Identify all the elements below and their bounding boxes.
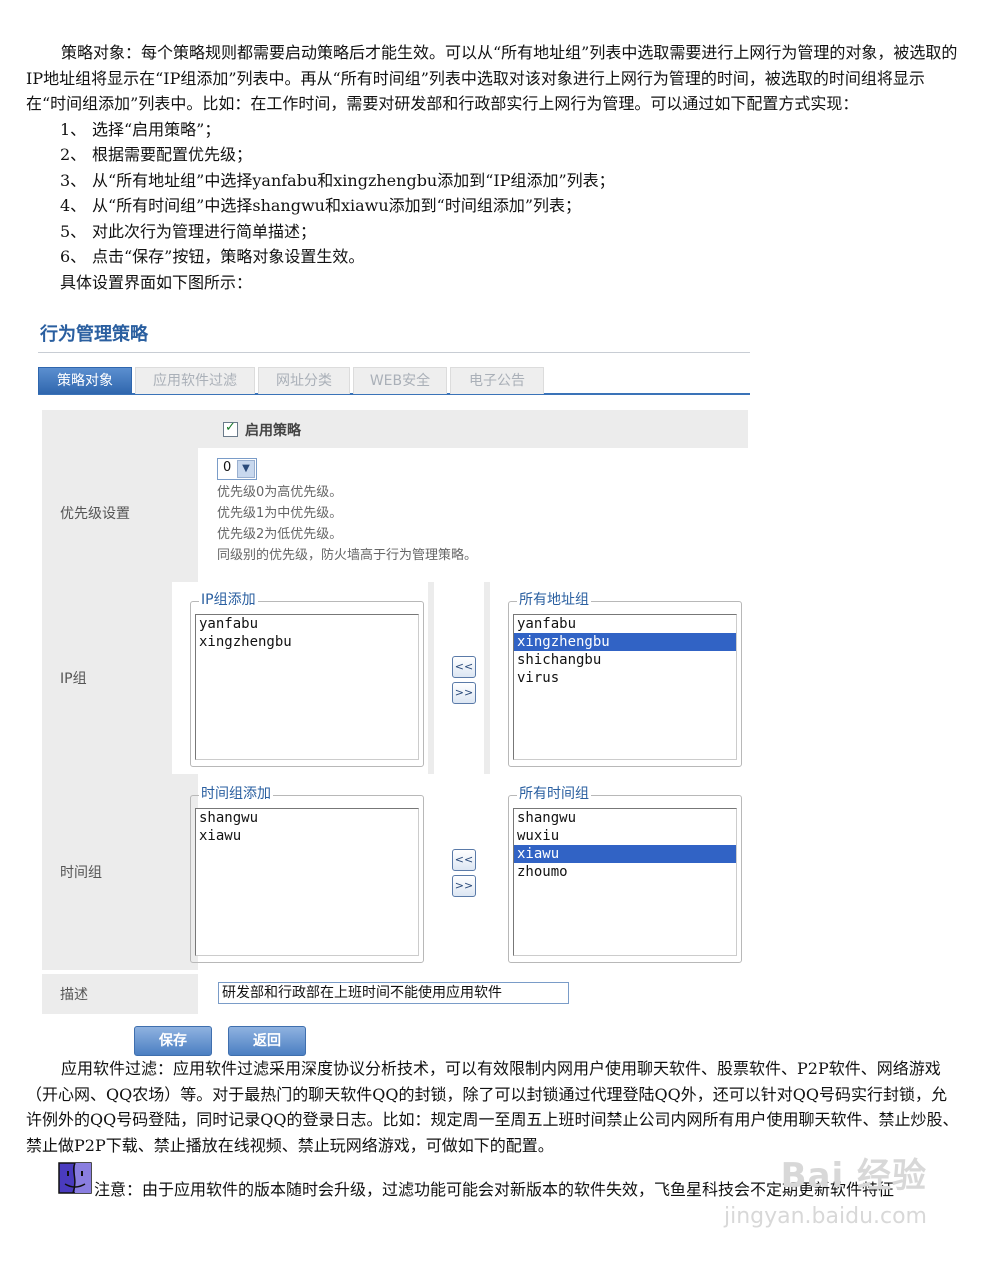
- watermark-brand: Bai 经验: [780, 1156, 927, 1196]
- ip-added-title: IP组添加: [199, 591, 258, 609]
- ip-added-list[interactable]: yanfabu xingzhengbu: [195, 614, 419, 760]
- list-item-selected[interactable]: xiawu: [514, 845, 736, 863]
- list-item[interactable]: virus: [514, 669, 736, 687]
- list-item[interactable]: yanfabu: [514, 615, 736, 633]
- tab-bar: 策略对象 应用软件过滤 网址分类 WEB安全 电子公告: [38, 367, 750, 395]
- time-added-fieldset: 时间组添加 shangwu xiawu: [190, 785, 424, 963]
- time-all-fieldset: 所有时间组 shangwu wuxiu xiawu zhoumo: [508, 785, 742, 963]
- tab-bulletin[interactable]: 电子公告: [450, 367, 544, 394]
- watermark-url: jingyan.baidu.com: [723, 1204, 927, 1229]
- app-filter-paragraph: 应用软件过滤：应用软件过滤采用深度协议分析技术，可以有效限制内网用户使用聊天软件…: [26, 1059, 959, 1155]
- step-item: 1、 选择“启用策略”；: [60, 119, 221, 139]
- ip-all-list[interactable]: yanfabu xingzhengbu shichangbu virus: [513, 614, 737, 760]
- time-all-list[interactable]: shangwu wuxiu xiawu zhoumo: [513, 808, 737, 956]
- step-item: 4、 从“所有时间组”中选择shangwu和xiawu添加到“时间组添加”列表；: [60, 196, 582, 215]
- list-item[interactable]: xingzhengbu: [196, 633, 418, 651]
- baidu-watermark: Bai 经验 jingyan.baidu.com: [724, 1148, 927, 1229]
- priority-row: 优先级设置 0 ▼ 优先级0为高优先级。 优先级1为中优先级。 优先级2为低优先…: [42, 448, 748, 582]
- chevron-down-icon: ▼: [237, 460, 255, 478]
- time-group-label: 时间组: [60, 865, 102, 881]
- ip-all-title: 所有地址组: [517, 591, 591, 609]
- policy-panel: 行为管理策略 策略对象 应用软件过滤 网址分类 WEB安全 电子公告 启用策略 …: [38, 318, 750, 1056]
- list-item[interactable]: shichangbu: [514, 651, 736, 669]
- step-item: 3、 从“所有地址组”中选择yanfabu和xingzhengbu添加到“IP组添…: [60, 170, 615, 190]
- list-item[interactable]: yanfabu: [196, 615, 418, 633]
- step-item: 2、 根据需要配置优先级；: [60, 145, 253, 164]
- list-item[interactable]: zhoumo: [514, 863, 736, 881]
- description-label: 描述: [60, 987, 88, 1003]
- priority-label: 优先级设置: [60, 506, 130, 522]
- description-input[interactable]: 研发部和行政部在上班时间不能使用应用软件: [218, 982, 569, 1004]
- mac-finder-icon: [58, 1162, 92, 1194]
- step-item: 5、 对此次行为管理进行简单描述；: [60, 221, 317, 241]
- enable-row: 启用策略: [42, 410, 748, 448]
- move-right-button[interactable]: >>: [452, 875, 476, 897]
- step-item: 6、 点击“保存”按钮，策略对象设置生效。: [60, 247, 365, 266]
- time-added-list[interactable]: shangwu xiawu: [195, 808, 419, 956]
- ip-group-row: IP组 IP组添加 yanfabu xingzhengbu << >> 所有地址…: [42, 582, 748, 774]
- tab-url-category[interactable]: 网址分类: [258, 367, 350, 394]
- time-all-title: 所有时间组: [517, 785, 591, 803]
- tab-web-security[interactable]: WEB安全: [353, 367, 447, 394]
- move-left-button[interactable]: <<: [452, 849, 476, 871]
- app-filter-section: 应用软件过滤：应用软件过滤采用深度协议分析技术，可以有效限制内网用户使用聊天软件…: [26, 1056, 962, 1158]
- steps-list: 1、 选择“启用策略”； 2、 根据需要配置优先级； 3、 从“所有地址组”中选择ya…: [26, 117, 962, 270]
- enable-checkbox[interactable]: [223, 420, 238, 437]
- intro-section: 策略对象：每个策略规则都需要启动策略后才能生效。可以从“所有地址组”列表中选取需…: [26, 40, 962, 295]
- time-group-row: 时间组 时间组添加 shangwu xiawu << >> 所有时间组 shan…: [42, 774, 748, 970]
- enable-label: 启用策略: [245, 423, 301, 439]
- intro-paragraph: 策略对象：每个策略规则都需要启动策略后才能生效。可以从“所有地址组”列表中选取需…: [26, 43, 958, 113]
- ip-all-fieldset: 所有地址组 yanfabu xingzhengbu shichangbu vir…: [508, 591, 742, 767]
- tab-app-filter[interactable]: 应用软件过滤: [135, 367, 255, 394]
- priority-select[interactable]: 0 ▼: [217, 458, 257, 480]
- move-left-button[interactable]: <<: [452, 656, 476, 678]
- panel-title: 行为管理策略: [38, 318, 750, 353]
- save-button[interactable]: 保存: [134, 1026, 212, 1056]
- list-item[interactable]: xiawu: [196, 827, 418, 845]
- list-item-selected[interactable]: xingzhengbu: [514, 633, 736, 651]
- tab-policy-object[interactable]: 策略对象: [38, 367, 132, 394]
- figure-intro: 具体设置界面如下图所示：: [60, 272, 253, 292]
- note-text: 注意：由于应用软件的版本随时会升级，过滤功能可能会对新版本的软件失效，飞鱼星科技…: [94, 1180, 895, 1199]
- back-button[interactable]: 返回: [228, 1026, 306, 1056]
- priority-hints: 优先级0为高优先级。 优先级1为中优先级。 优先级2为低优先级。 同级别的优先级…: [217, 485, 478, 563]
- list-item[interactable]: wuxiu: [514, 827, 736, 845]
- move-right-button[interactable]: >>: [452, 682, 476, 704]
- ip-added-fieldset: IP组添加 yanfabu xingzhengbu: [190, 591, 424, 767]
- ip-group-label: IP组: [60, 671, 87, 687]
- time-added-title: 时间组添加: [199, 785, 273, 803]
- description-row: 描述 研发部和行政部在上班时间不能使用应用软件: [42, 974, 748, 1014]
- list-item[interactable]: shangwu: [514, 809, 736, 827]
- list-item[interactable]: shangwu: [196, 809, 418, 827]
